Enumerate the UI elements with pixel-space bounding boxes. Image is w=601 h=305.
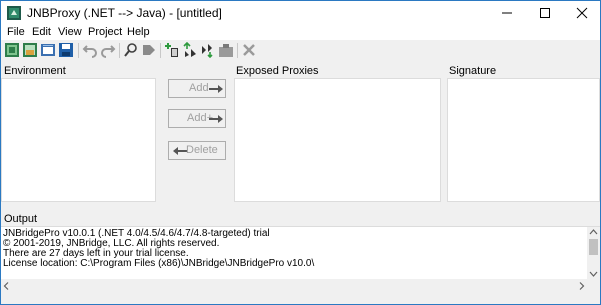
menu-view[interactable]: View bbox=[58, 26, 82, 38]
window-title: JNBProxy (.NET --> Java) - [untitled] bbox=[27, 6, 222, 20]
arrow-right-icon bbox=[209, 115, 223, 123]
environment-label: Environment bbox=[4, 65, 66, 77]
environment-tree[interactable] bbox=[1, 78, 156, 202]
delete-label: Delete bbox=[186, 144, 218, 156]
menu-file[interactable]: File bbox=[7, 26, 25, 38]
close-button[interactable] bbox=[564, 1, 600, 25]
generate-proxies-icon[interactable] bbox=[200, 42, 216, 58]
minimize-icon bbox=[502, 12, 512, 14]
toolbar-separator bbox=[119, 43, 120, 58]
menu-project[interactable]: Project bbox=[88, 26, 122, 38]
jnbridge-app-icon bbox=[7, 6, 21, 20]
arrow-right-icon bbox=[209, 85, 223, 93]
exposed-proxies-list[interactable] bbox=[234, 78, 441, 202]
add-label: Add bbox=[189, 82, 209, 94]
close-icon bbox=[576, 7, 588, 19]
output-line: License location: C:\Program Files (x86)… bbox=[3, 258, 315, 269]
new-project-icon[interactable] bbox=[4, 42, 20, 58]
maximize-icon bbox=[540, 8, 550, 18]
exposed-proxies-label: Exposed Proxies bbox=[236, 65, 319, 77]
output-textbox[interactable]: JNBridgePro v10.0.1 (.NET 4.0/4.5/4.6/4.… bbox=[1, 226, 600, 293]
scroll-left-icon[interactable] bbox=[1, 279, 13, 293]
load-classes-icon[interactable] bbox=[182, 42, 198, 58]
arrow-left-icon bbox=[173, 147, 187, 155]
delete-icon[interactable] bbox=[241, 42, 257, 58]
toolbar-separator bbox=[78, 43, 79, 58]
horizontal-scrollbar[interactable] bbox=[1, 279, 587, 293]
menu-edit[interactable]: Edit bbox=[32, 26, 51, 38]
maximize-button[interactable] bbox=[527, 1, 563, 25]
find-icon[interactable] bbox=[123, 42, 139, 58]
add-button[interactable]: Add bbox=[168, 79, 226, 98]
open-project-icon[interactable] bbox=[22, 42, 38, 58]
status-bar bbox=[1, 292, 600, 304]
minimize-button[interactable] bbox=[489, 1, 525, 25]
add-plus-button[interactable]: Add+ bbox=[168, 109, 226, 128]
add-classpath-icon[interactable] bbox=[164, 42, 180, 58]
open-recent-icon[interactable] bbox=[40, 42, 56, 58]
undo-icon[interactable] bbox=[82, 42, 98, 58]
toolbar-separator bbox=[237, 43, 238, 58]
toolbar bbox=[1, 40, 600, 61]
scroll-right-icon[interactable] bbox=[575, 279, 587, 293]
application-window: JNBProxy (.NET --> Java) - [untitled] Fi… bbox=[0, 0, 601, 305]
scroll-down-icon[interactable] bbox=[587, 269, 600, 279]
delete-button[interactable]: Delete bbox=[168, 141, 226, 160]
signature-list[interactable] bbox=[447, 78, 600, 202]
build-icon[interactable] bbox=[218, 42, 234, 58]
signature-label: Signature bbox=[449, 65, 497, 77]
menu-help[interactable]: Help bbox=[127, 26, 150, 38]
redo-icon[interactable] bbox=[100, 42, 116, 58]
scroll-up-icon[interactable] bbox=[587, 227, 600, 237]
scroll-thumb[interactable] bbox=[589, 239, 598, 255]
toolbar-separator bbox=[160, 43, 161, 58]
menu-bar: File Edit View Project Help bbox=[1, 25, 600, 40]
save-icon[interactable] bbox=[58, 42, 74, 58]
scrollbar-corner bbox=[587, 279, 600, 293]
vertical-scrollbar[interactable] bbox=[587, 227, 600, 279]
output-label: Output bbox=[4, 213, 38, 225]
goto-icon[interactable] bbox=[141, 42, 157, 58]
title-bar[interactable]: JNBProxy (.NET --> Java) - [untitled] bbox=[1, 1, 600, 25]
